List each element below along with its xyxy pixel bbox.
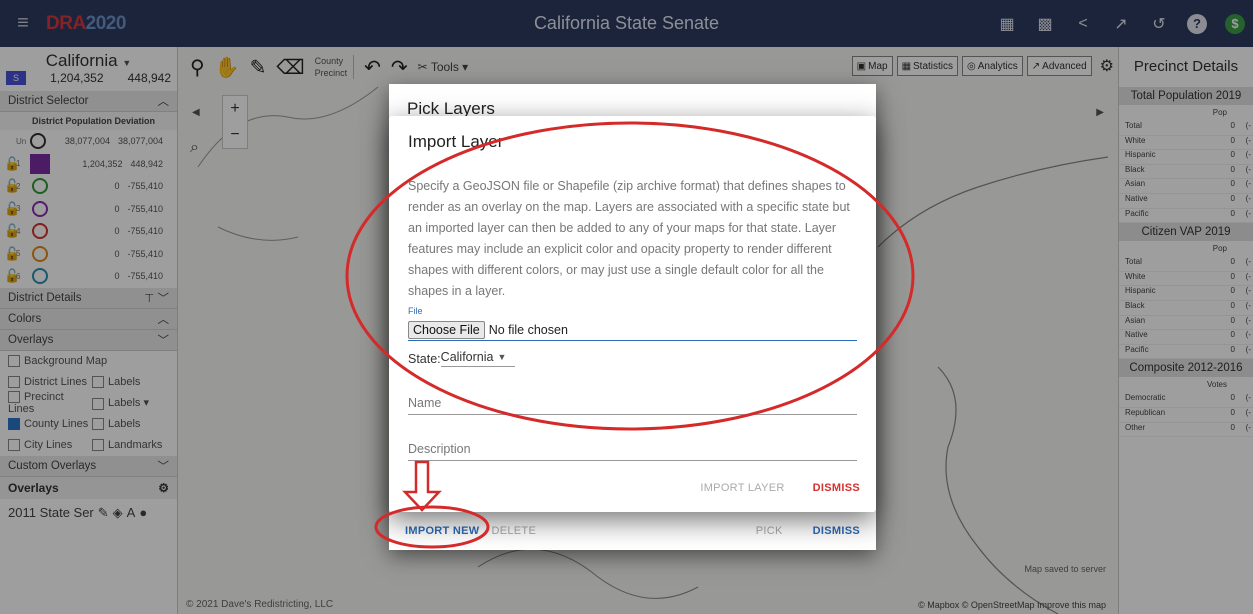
delete-button[interactable]: DELETE — [486, 521, 543, 541]
chevron-down-icon: ▼ — [497, 352, 507, 362]
dismiss-pick-button[interactable]: DISMISS — [807, 521, 866, 541]
state-field: State: California ▼ — [408, 350, 515, 367]
import-layer-dialog: Import Layer Specify a GeoJSON file or S… — [389, 116, 876, 512]
import-layer-description: Specify a GeoJSON file or Shapefile (zip… — [408, 179, 850, 298]
file-status: No file chosen — [488, 322, 568, 337]
description-input[interactable]: Description — [408, 442, 857, 461]
import-layer-button[interactable]: IMPORT LAYER — [694, 478, 790, 498]
import-new-button[interactable]: IMPORT NEW — [399, 521, 486, 541]
choose-file-button[interactable]: Choose File — [408, 320, 485, 339]
state-select[interactable]: California ▼ — [440, 350, 515, 367]
pick-button[interactable]: PICK — [750, 521, 789, 541]
file-input[interactable]: Choose File No file chosen — [408, 319, 857, 341]
import-layer-title: Import Layer — [408, 132, 504, 151]
name-input[interactable]: Name — [408, 396, 857, 415]
dismiss-import-button[interactable]: DISMISS — [807, 478, 866, 498]
file-label: File — [408, 306, 423, 316]
